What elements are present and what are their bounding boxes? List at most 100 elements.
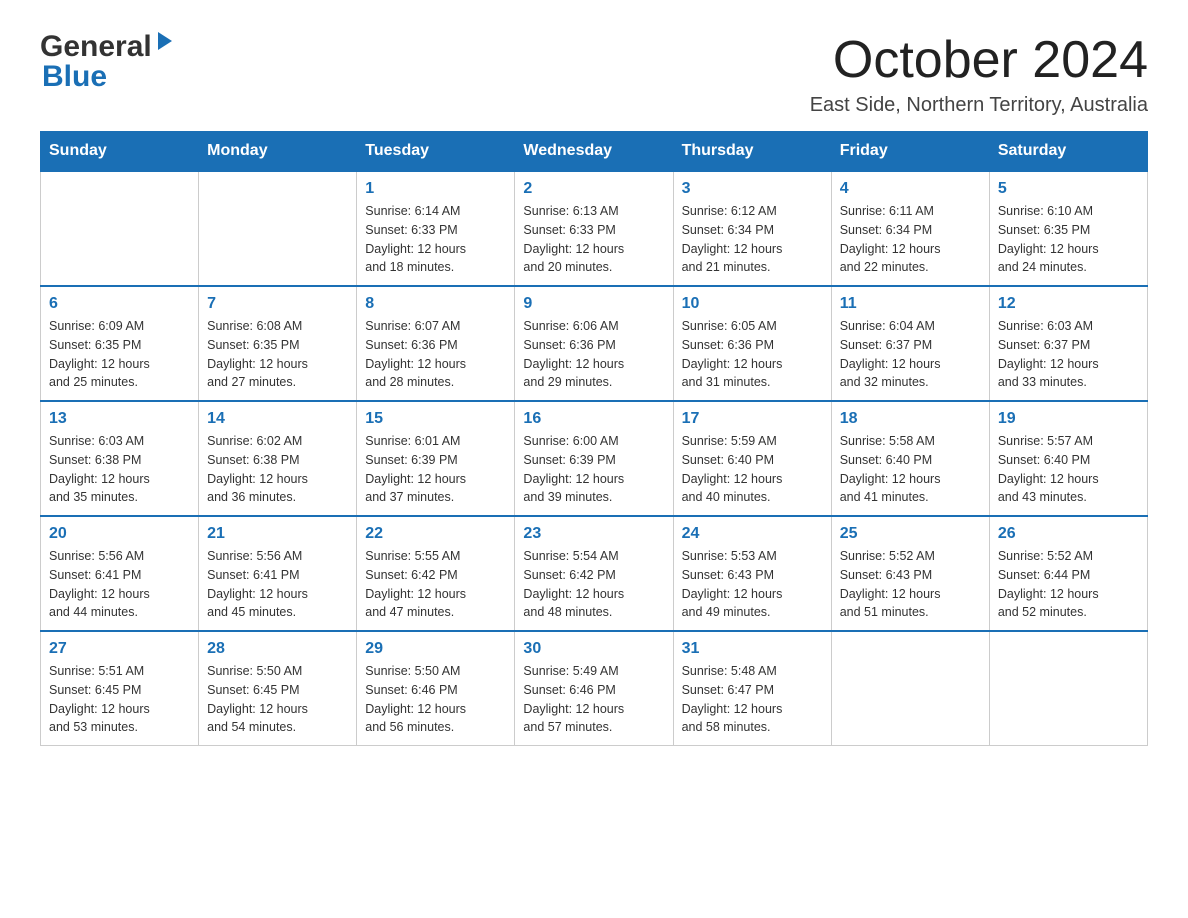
day-info: Sunrise: 5:58 AM Sunset: 6:40 PM Dayligh… (840, 432, 981, 507)
calendar-cell-w2-d2: 7 Sunrise: 6:08 AM Sunset: 6:35 PM Daylig… (199, 286, 357, 401)
calendar-cell-w3-d3: 15 Sunrise: 6:01 AM Sunset: 6:39 PM Dayli… (357, 401, 515, 516)
header-sunday: Sunday (41, 132, 199, 172)
header-tuesday: Tuesday (357, 132, 515, 172)
day-info: Sunrise: 6:03 AM Sunset: 6:38 PM Dayligh… (49, 432, 190, 507)
day-number: 31 (682, 640, 823, 658)
calendar-cell-w5-d3: 29 Sunrise: 5:50 AM Sunset: 6:46 PM Dayli… (357, 631, 515, 746)
calendar-cell-w3-d7: 19 Sunrise: 5:57 AM Sunset: 6:40 PM Dayli… (989, 401, 1147, 516)
calendar-cell-w3-d5: 17 Sunrise: 5:59 AM Sunset: 6:40 PM Dayli… (673, 401, 831, 516)
day-info: Sunrise: 5:56 AM Sunset: 6:41 PM Dayligh… (207, 547, 348, 622)
calendar-cell-w2-d3: 8 Sunrise: 6:07 AM Sunset: 6:36 PM Daylig… (357, 286, 515, 401)
day-number: 3 (682, 180, 823, 198)
day-info: Sunrise: 6:08 AM Sunset: 6:35 PM Dayligh… (207, 317, 348, 392)
day-number: 11 (840, 295, 981, 313)
calendar-cell-w3-d1: 13 Sunrise: 6:03 AM Sunset: 6:38 PM Dayli… (41, 401, 199, 516)
day-number: 14 (207, 410, 348, 428)
day-info: Sunrise: 5:56 AM Sunset: 6:41 PM Dayligh… (49, 547, 190, 622)
calendar-cell-w5-d5: 31 Sunrise: 5:48 AM Sunset: 6:47 PM Dayli… (673, 631, 831, 746)
day-number: 16 (523, 410, 664, 428)
calendar-cell-w1-d2 (199, 171, 357, 286)
day-info: Sunrise: 6:09 AM Sunset: 6:35 PM Dayligh… (49, 317, 190, 392)
day-info: Sunrise: 6:13 AM Sunset: 6:33 PM Dayligh… (523, 202, 664, 277)
calendar-cell-w1-d1 (41, 171, 199, 286)
day-number: 4 (840, 180, 981, 198)
day-number: 27 (49, 640, 190, 658)
calendar-cell-w1-d7: 5Sunrise: 6:10 AM Sunset: 6:35 PM Daylig… (989, 171, 1147, 286)
day-info: Sunrise: 5:59 AM Sunset: 6:40 PM Dayligh… (682, 432, 823, 507)
calendar-cell-w2-d7: 12 Sunrise: 6:03 AM Sunset: 6:37 PM Dayli… (989, 286, 1147, 401)
day-number: 24 (682, 525, 823, 543)
location-title: East Side, Northern Territory, Australia (810, 94, 1148, 117)
day-info: Sunrise: 5:52 AM Sunset: 6:44 PM Dayligh… (998, 547, 1139, 622)
day-number: 19 (998, 410, 1139, 428)
day-number: 9 (523, 295, 664, 313)
calendar-week-2: 6 Sunrise: 6:09 AM Sunset: 6:35 PM Daylig… (41, 286, 1148, 401)
day-number: 15 (365, 410, 506, 428)
calendar-cell-w4-d1: 20 Sunrise: 5:56 AM Sunset: 6:41 PM Dayli… (41, 516, 199, 631)
day-number: 28 (207, 640, 348, 658)
calendar-week-4: 20 Sunrise: 5:56 AM Sunset: 6:41 PM Dayli… (41, 516, 1148, 631)
calendar-cell-w2-d4: 9 Sunrise: 6:06 AM Sunset: 6:36 PM Daylig… (515, 286, 673, 401)
day-number: 20 (49, 525, 190, 543)
day-info: Sunrise: 6:03 AM Sunset: 6:37 PM Dayligh… (998, 317, 1139, 392)
calendar-cell-w1-d6: 4Sunrise: 6:11 AM Sunset: 6:34 PM Daylig… (831, 171, 989, 286)
calendar-cell-w2-d5: 10 Sunrise: 6:05 AM Sunset: 6:36 PM Dayli… (673, 286, 831, 401)
day-info: Sunrise: 5:57 AM Sunset: 6:40 PM Dayligh… (998, 432, 1139, 507)
calendar-cell-w3-d2: 14 Sunrise: 6:02 AM Sunset: 6:38 PM Dayli… (199, 401, 357, 516)
calendar-cell-w3-d4: 16 Sunrise: 6:00 AM Sunset: 6:39 PM Dayli… (515, 401, 673, 516)
calendar-week-5: 27 Sunrise: 5:51 AM Sunset: 6:45 PM Dayli… (41, 631, 1148, 746)
day-number: 5 (998, 180, 1139, 198)
calendar-cell-w5-d7 (989, 631, 1147, 746)
calendar-cell-w1-d3: 1Sunrise: 6:14 AM Sunset: 6:33 PM Daylig… (357, 171, 515, 286)
header-thursday: Thursday (673, 132, 831, 172)
day-number: 25 (840, 525, 981, 543)
day-info: Sunrise: 5:50 AM Sunset: 6:45 PM Dayligh… (207, 662, 348, 737)
calendar-cell-w2-d1: 6 Sunrise: 6:09 AM Sunset: 6:35 PM Daylig… (41, 286, 199, 401)
day-info: Sunrise: 6:07 AM Sunset: 6:36 PM Dayligh… (365, 317, 506, 392)
day-number: 13 (49, 410, 190, 428)
logo-general-text: General (40, 30, 152, 64)
day-number: 29 (365, 640, 506, 658)
logo-blue-text: Blue (42, 60, 107, 94)
day-number: 26 (998, 525, 1139, 543)
day-info: Sunrise: 5:54 AM Sunset: 6:42 PM Dayligh… (523, 547, 664, 622)
day-number: 12 (998, 295, 1139, 313)
day-number: 30 (523, 640, 664, 658)
day-info: Sunrise: 5:53 AM Sunset: 6:43 PM Dayligh… (682, 547, 823, 622)
logo-arrow-icon (154, 30, 176, 57)
calendar-cell-w5-d6 (831, 631, 989, 746)
calendar-week-3: 13 Sunrise: 6:03 AM Sunset: 6:38 PM Dayli… (41, 401, 1148, 516)
day-number: 23 (523, 525, 664, 543)
month-title: October 2024 (810, 30, 1148, 90)
title-area: October 2024 East Side, Northern Territo… (810, 30, 1148, 117)
day-info: Sunrise: 5:55 AM Sunset: 6:42 PM Dayligh… (365, 547, 506, 622)
day-number: 6 (49, 295, 190, 313)
calendar-cell-w5-d1: 27 Sunrise: 5:51 AM Sunset: 6:45 PM Dayli… (41, 631, 199, 746)
day-info: Sunrise: 6:05 AM Sunset: 6:36 PM Dayligh… (682, 317, 823, 392)
day-number: 7 (207, 295, 348, 313)
day-info: Sunrise: 6:00 AM Sunset: 6:39 PM Dayligh… (523, 432, 664, 507)
day-info: Sunrise: 6:01 AM Sunset: 6:39 PM Dayligh… (365, 432, 506, 507)
day-info: Sunrise: 5:49 AM Sunset: 6:46 PM Dayligh… (523, 662, 664, 737)
day-info: Sunrise: 5:48 AM Sunset: 6:47 PM Dayligh… (682, 662, 823, 737)
day-info: Sunrise: 6:04 AM Sunset: 6:37 PM Dayligh… (840, 317, 981, 392)
day-info: Sunrise: 5:50 AM Sunset: 6:46 PM Dayligh… (365, 662, 506, 737)
day-number: 21 (207, 525, 348, 543)
calendar-cell-w5-d4: 30 Sunrise: 5:49 AM Sunset: 6:46 PM Dayli… (515, 631, 673, 746)
day-number: 10 (682, 295, 823, 313)
day-number: 17 (682, 410, 823, 428)
calendar-cell-w1-d5: 3Sunrise: 6:12 AM Sunset: 6:34 PM Daylig… (673, 171, 831, 286)
calendar-cell-w4-d7: 26 Sunrise: 5:52 AM Sunset: 6:44 PM Dayli… (989, 516, 1147, 631)
calendar-cell-w5-d2: 28 Sunrise: 5:50 AM Sunset: 6:45 PM Dayli… (199, 631, 357, 746)
calendar-table: Sunday Monday Tuesday Wednesday Thursday… (40, 131, 1148, 746)
day-info: Sunrise: 6:06 AM Sunset: 6:36 PM Dayligh… (523, 317, 664, 392)
calendar-cell-w4-d5: 24 Sunrise: 5:53 AM Sunset: 6:43 PM Dayli… (673, 516, 831, 631)
logo: General Blue (40, 30, 176, 94)
day-info: Sunrise: 5:52 AM Sunset: 6:43 PM Dayligh… (840, 547, 981, 622)
day-number: 8 (365, 295, 506, 313)
day-number: 2 (523, 180, 664, 198)
day-info: Sunrise: 6:02 AM Sunset: 6:38 PM Dayligh… (207, 432, 348, 507)
calendar-cell-w4-d4: 23 Sunrise: 5:54 AM Sunset: 6:42 PM Dayli… (515, 516, 673, 631)
day-number: 1 (365, 180, 506, 198)
day-info: Sunrise: 5:51 AM Sunset: 6:45 PM Dayligh… (49, 662, 190, 737)
